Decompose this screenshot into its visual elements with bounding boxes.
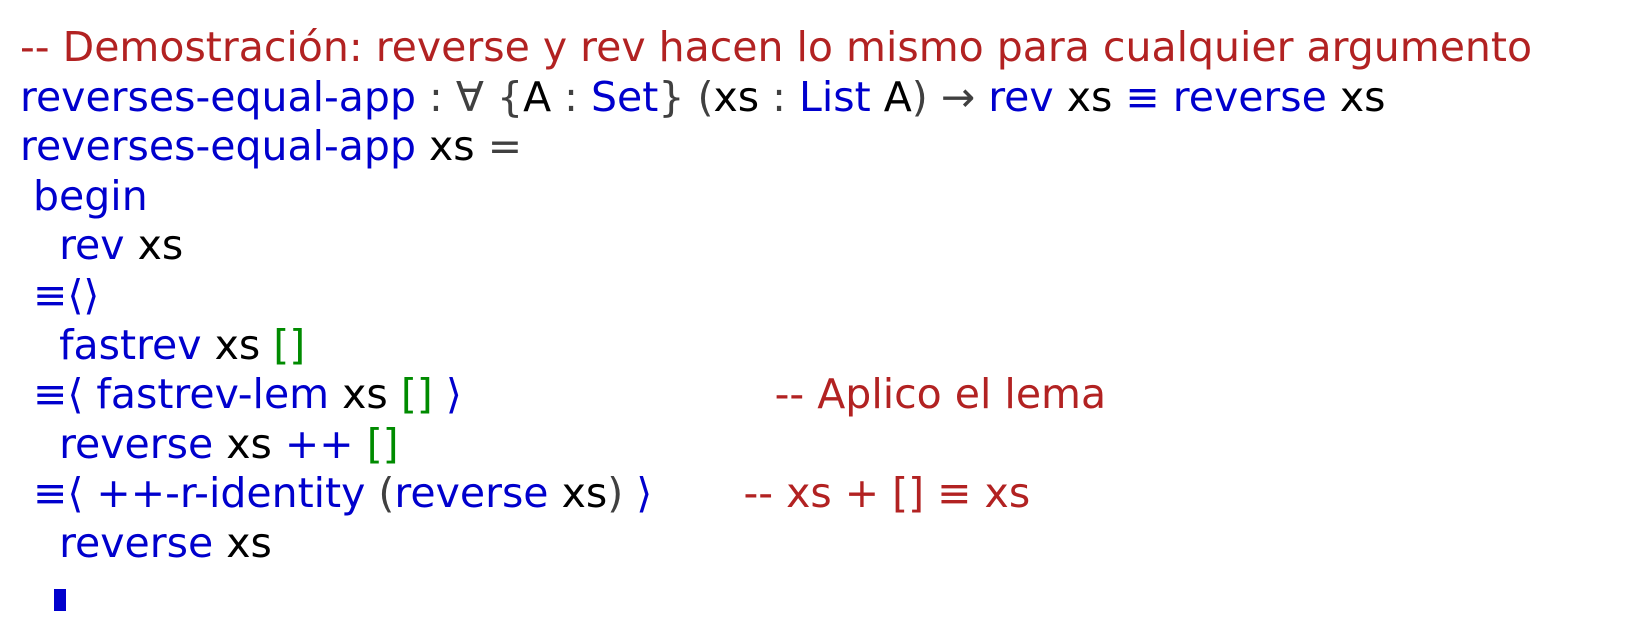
code-token: ≡⟨: [20, 469, 97, 518]
code-token: []: [273, 320, 306, 369]
code-token: xs: [548, 469, 608, 518]
code-comment: -- Demostración: reverse y rev hacen lo …: [20, 23, 1533, 71]
code-token: ) →: [911, 72, 989, 121]
agda-code-editor[interactable]: -- Demostración: reverse y rev hacen lo …: [20, 23, 1532, 618]
code-token: ≡⟨: [20, 370, 97, 419]
code-token: List: [799, 72, 871, 121]
code-token: xs: [1053, 72, 1126, 121]
code-token: A: [523, 72, 552, 121]
code-token: Set: [591, 72, 659, 121]
code-line: fastrev xs []: [20, 321, 1532, 371]
code-token: xs: [124, 221, 184, 270]
code-comment: -- Aplico el lema: [774, 370, 1107, 419]
code-line: -- Demostración: reverse y rev hacen lo …: [20, 23, 1532, 73]
code-token: ≡⟨⟩: [20, 270, 100, 319]
code-token: ): [607, 469, 624, 518]
code-token: reverses-equal-app: [20, 122, 416, 171]
code-token: rev: [988, 72, 1054, 121]
code-token: ++: [284, 419, 354, 468]
code-comment: -- xs + [] ≡ xs: [743, 469, 1031, 518]
code-token: xs: [713, 72, 760, 121]
code-token: begin: [20, 171, 148, 220]
code-token: fastrev: [20, 320, 202, 369]
code-token: A: [883, 72, 912, 121]
code-token: =: [487, 122, 523, 171]
code-token: :: [416, 72, 456, 121]
code-token: fastrev-lem: [96, 370, 330, 419]
code-line: ≡⟨⟩: [20, 271, 1532, 321]
code-token: :: [551, 72, 592, 121]
code-line: rev xs: [20, 221, 1532, 271]
code-line: reverses-equal-app xs =: [20, 122, 1532, 172]
code-line: ≡⟨ ++-r-identity (reverse xs) ⟩ -- xs + …: [20, 469, 1532, 519]
code-token: xs: [1326, 72, 1386, 121]
code-token: reverse: [1172, 72, 1327, 121]
code-token: ≡: [1125, 72, 1160, 121]
code-token: ++-r-identity: [96, 469, 366, 518]
code-line: ≡⟨ fastrev-lem xs [] ⟩ -- Aplico el lema: [20, 370, 1532, 420]
code-line: reverses-equal-app : ∀ {A : Set} (xs : L…: [20, 73, 1532, 123]
code-token: } (: [658, 72, 714, 121]
code-line: reverse xs: [20, 519, 1532, 569]
code-token: ⟩: [623, 469, 653, 518]
code-token: {: [483, 72, 524, 121]
code-token: :: [759, 72, 799, 121]
code-line: reverse xs ++ []: [20, 420, 1532, 470]
text-cursor: [54, 588, 66, 611]
code-token: xs: [213, 419, 285, 468]
code-token: reverse: [20, 419, 214, 468]
code-token: xs: [201, 320, 274, 369]
code-token: xs: [329, 370, 401, 419]
code-token: []: [400, 370, 433, 419]
code-token: reverse: [20, 518, 214, 567]
code-line: [20, 569, 1532, 619]
code-token: []: [366, 419, 399, 468]
code-token: xs: [213, 518, 272, 567]
code-token: (: [365, 469, 395, 518]
code-token: reverse: [394, 469, 549, 518]
code-token: rev: [20, 221, 125, 270]
code-token: ⟩: [432, 370, 462, 419]
code-line: begin: [20, 172, 1532, 222]
code-token: xs: [416, 122, 488, 171]
code-token: ∀: [455, 72, 484, 121]
code-token: reverses-equal-app: [20, 72, 416, 121]
